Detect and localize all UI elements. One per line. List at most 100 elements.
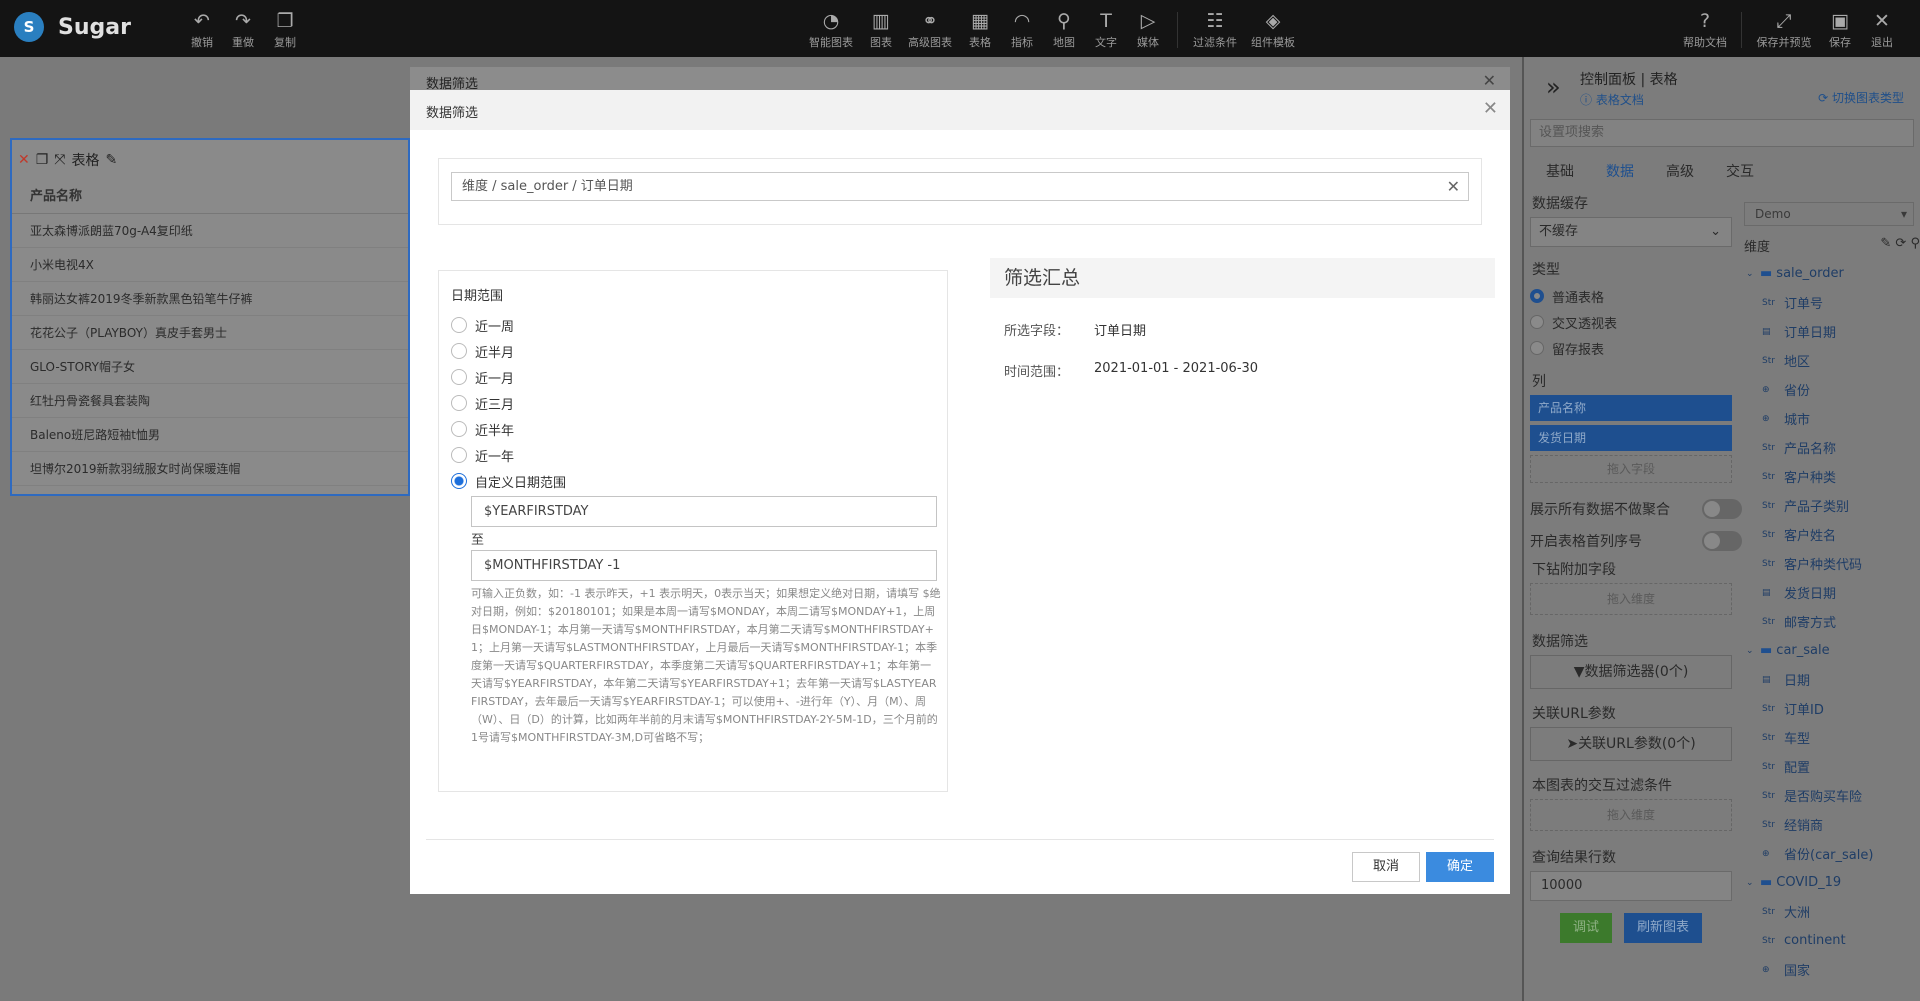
refresh-chart-button[interactable]: 刷新图表 bbox=[1624, 913, 1702, 943]
tree-field[interactable]: Str 订单号 bbox=[1744, 288, 1920, 317]
exit-button[interactable]: ✕ 退出 bbox=[1860, 9, 1904, 50]
app-logo[interactable]: S Sugar bbox=[14, 12, 131, 42]
tree-field[interactable]: Str 配置 bbox=[1744, 752, 1920, 781]
chart-button[interactable]: ▥ 图表 bbox=[859, 9, 903, 50]
confirm-button[interactable]: 确定 bbox=[1426, 852, 1494, 882]
undo-button[interactable]: ↶ 撤销 bbox=[180, 9, 224, 50]
map-button[interactable]: ⚲ 地图 bbox=[1042, 9, 1086, 50]
smart-chart-icon: ◔ bbox=[822, 10, 840, 32]
show-all-toggle[interactable] bbox=[1702, 499, 1742, 519]
tab-advanced[interactable]: 高级 bbox=[1650, 161, 1710, 181]
tree-folder[interactable]: ⌄ ▬ car_sale bbox=[1744, 636, 1920, 665]
show-all-label: 展示所有数据不做聚合 bbox=[1530, 502, 1670, 518]
tree-field[interactable]: Str 车型 bbox=[1744, 723, 1920, 752]
table-button[interactable]: ▦ 表格 bbox=[958, 9, 1002, 50]
tree-field[interactable]: ▤ 订单日期 bbox=[1744, 317, 1920, 346]
tree-field[interactable]: Str 客户种类代码 bbox=[1744, 549, 1920, 578]
tree-field[interactable]: Str 客户姓名 bbox=[1744, 520, 1920, 549]
tree-field[interactable]: ⊕ 省份(car_sale) bbox=[1744, 839, 1920, 868]
summary-range-key: 时间范围： bbox=[1004, 365, 1070, 380]
smart-chart-button[interactable]: ◔ 智能图表 bbox=[805, 9, 857, 50]
switch-chart-type-link[interactable]: ⟳ 切换图表类型 bbox=[1818, 89, 1904, 106]
type-option-normal[interactable]: 普通表格 bbox=[1530, 283, 1742, 309]
collapse-icon[interactable]: » bbox=[1546, 73, 1561, 101]
tree-field[interactable]: ⊕ 城市 bbox=[1744, 404, 1920, 433]
tree-folder[interactable]: ⌄ ▬ sale_order bbox=[1744, 259, 1920, 288]
table-widget[interactable]: ✕ ❐ ⤧ 表格 ✎ 产品名称 亚太森博派朗蓝70g-A4复印纸 小米电视4X 韩丽… bbox=[10, 138, 410, 496]
tree-field[interactable]: ⊕ 国家 bbox=[1744, 955, 1920, 984]
clear-icon[interactable]: ✕ bbox=[1447, 173, 1460, 200]
tree-field[interactable]: Str 客户种类 bbox=[1744, 462, 1920, 491]
date-range-option[interactable]: 近三月 bbox=[451, 390, 935, 416]
date-range-option[interactable]: 近一周 bbox=[451, 312, 935, 338]
metric-button[interactable]: ◠ 指标 bbox=[1000, 9, 1044, 50]
fullscreen-icon[interactable]: ⤧ bbox=[54, 152, 65, 168]
date-range-option[interactable]: 自定义日期范围 bbox=[451, 468, 935, 494]
tab-interaction[interactable]: 交互 bbox=[1710, 161, 1770, 181]
copy-button[interactable]: ❐ 复制 bbox=[263, 9, 307, 50]
tree-node-label: car_sale bbox=[1776, 643, 1830, 658]
tree-field[interactable]: Str 产品子类别 bbox=[1744, 491, 1920, 520]
cancel-button[interactable]: 取消 bbox=[1352, 852, 1420, 882]
date-range-option[interactable]: 近一年 bbox=[451, 442, 935, 468]
interaction-drop-zone[interactable]: 拖入维度 bbox=[1530, 799, 1732, 831]
help-docs-button[interactable]: ? 帮助文档 bbox=[1679, 9, 1731, 50]
edit-icon[interactable]: ✎ bbox=[1880, 236, 1891, 251]
cache-select[interactable]: 不缓存 ⌄ bbox=[1530, 217, 1732, 247]
tree-field[interactable]: Str 是否购买车险 bbox=[1744, 781, 1920, 810]
widget-title: 表格 bbox=[71, 153, 100, 169]
tree-field[interactable]: Str 邮寄方式 bbox=[1744, 607, 1920, 636]
tree-field[interactable]: Str 经销商 bbox=[1744, 810, 1920, 839]
tree-field[interactable]: Str 订单ID bbox=[1744, 694, 1920, 723]
close-icon[interactable]: ✕ bbox=[1483, 71, 1496, 90]
table-row: Baleno班尼路短袖t恤男 bbox=[12, 418, 408, 452]
type-option-pivot[interactable]: 交叉透视表 bbox=[1530, 309, 1742, 335]
column-chip[interactable]: 产品名称 bbox=[1530, 395, 1732, 421]
end-date-input[interactable]: $MONTHFIRSTDAY -1 bbox=[471, 550, 937, 581]
drop-field-zone[interactable]: 拖入字段 bbox=[1530, 455, 1732, 483]
edit-icon[interactable]: ✎ bbox=[106, 152, 118, 168]
tab-data[interactable]: 数据 bbox=[1590, 161, 1650, 181]
copy-icon[interactable]: ❐ bbox=[36, 152, 49, 168]
filter-condition-button[interactable]: ☷ 过滤条件 bbox=[1189, 9, 1241, 50]
tree-field[interactable]: Str 大洲 bbox=[1744, 897, 1920, 926]
redo-button[interactable]: ↷ 重做 bbox=[221, 9, 265, 50]
selected-field-tag[interactable]: 维度 / sale_order / 订单日期 ✕ bbox=[451, 172, 1469, 201]
tree-field[interactable]: Str continent bbox=[1744, 926, 1920, 955]
tree-field[interactable]: Str 产品名称 bbox=[1744, 433, 1920, 462]
text-button[interactable]: T 文字 bbox=[1084, 9, 1128, 50]
type-option-retention[interactable]: 留存报表 bbox=[1530, 335, 1742, 361]
tree-field[interactable]: ▤ 发货日期 bbox=[1744, 578, 1920, 607]
advanced-chart-button[interactable]: ⚭ 高级图表 bbox=[904, 9, 956, 50]
tree-field[interactable]: Str 地区 bbox=[1744, 346, 1920, 375]
datasource-select[interactable]: Demo ▾ bbox=[1744, 202, 1914, 226]
save-preview-button[interactable]: ⤢ 保存并预览 bbox=[1752, 9, 1816, 50]
close-icon[interactable]: ✕ bbox=[1483, 98, 1498, 119]
data-filter-button[interactable]: ▼数据筛选器(0个) bbox=[1530, 655, 1732, 689]
tab-basic[interactable]: 基础 bbox=[1530, 161, 1590, 181]
column-chip[interactable]: 发货日期 bbox=[1530, 425, 1732, 451]
tree-node-label: 订单号 bbox=[1784, 297, 1824, 312]
url-param-button[interactable]: ➤关联URL参数(0个) bbox=[1530, 727, 1732, 761]
radio-icon bbox=[451, 343, 467, 359]
tree-folder[interactable]: ⌄ ▬ COVID_19 bbox=[1744, 868, 1920, 897]
rows-limit-input[interactable]: 10000 bbox=[1530, 871, 1732, 901]
save-button[interactable]: ▣ 保存 bbox=[1818, 9, 1862, 50]
component-template-button[interactable]: ◈ 组件模板 bbox=[1247, 9, 1299, 50]
search-icon[interactable]: ⚲ bbox=[1910, 236, 1920, 251]
delete-icon[interactable]: ✕ bbox=[18, 152, 30, 168]
date-range-option[interactable]: 近半月 bbox=[451, 338, 935, 364]
date-range-option[interactable]: 近一月 bbox=[451, 364, 935, 390]
debug-button[interactable]: 调试 bbox=[1560, 913, 1612, 943]
tree-field[interactable]: ▤ 日期 bbox=[1744, 665, 1920, 694]
date-range-option[interactable]: 近半年 bbox=[451, 416, 935, 442]
tree-field[interactable]: ⊕ 省份 bbox=[1744, 375, 1920, 404]
settings-search-input[interactable]: 设置项搜索 bbox=[1530, 119, 1914, 147]
index-col-toggle[interactable] bbox=[1702, 531, 1742, 551]
refresh-icon[interactable]: ⟳ bbox=[1895, 236, 1906, 251]
table-doc-link[interactable]: ⓘ 表格文档 bbox=[1580, 91, 1644, 108]
start-date-input[interactable]: $YEARFIRSTDAY bbox=[471, 496, 937, 527]
drop-dimension-zone[interactable]: 拖入维度 bbox=[1530, 583, 1732, 615]
media-button[interactable]: ▷ 媒体 bbox=[1126, 9, 1170, 50]
folder-icon: ▬ bbox=[1760, 875, 1773, 890]
